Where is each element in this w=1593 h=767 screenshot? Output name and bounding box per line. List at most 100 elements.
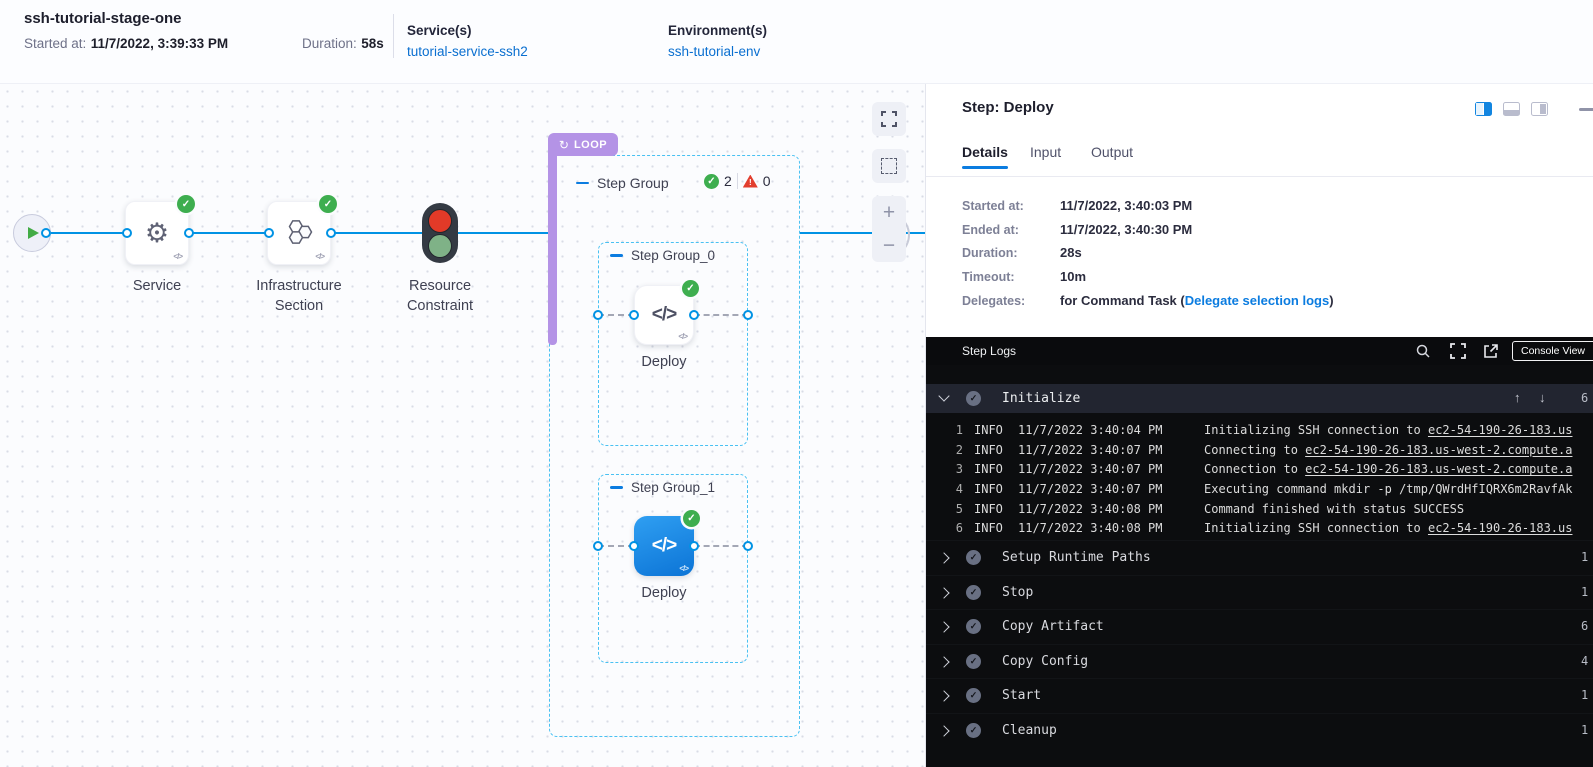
detail-label: Ended at: [962, 223, 1019, 237]
log-line-number: 1 [926, 423, 963, 437]
zoom-in-button[interactable]: + [883, 202, 895, 223]
layout-split-right-icon[interactable] [1475, 102, 1492, 116]
log-section-count: 6 [1581, 391, 1588, 405]
chevron-down-icon[interactable] [938, 390, 949, 401]
log-line: 5 INFO 11/7/2022 3:40:08 PM Command fini… [926, 499, 1593, 519]
step-group-0-label: Step Group_0 [631, 248, 715, 263]
chevron-right-icon[interactable] [938, 552, 949, 563]
canvas-select-button[interactable] [872, 149, 906, 183]
log-level: INFO [974, 443, 1014, 457]
scroll-bottom-icon[interactable]: ↓ [1539, 390, 1546, 405]
log-host-link[interactable]: ec2-54-190-26-183.us [1428, 423, 1573, 437]
connector-dot [689, 310, 699, 320]
scroll-top-icon[interactable]: ↑ [1514, 390, 1521, 405]
log-section-stop[interactable]: Stop 1 [926, 575, 1593, 610]
success-check-icon [682, 280, 699, 297]
collapse-minus-icon[interactable] [576, 182, 589, 185]
connector-dot [593, 310, 603, 320]
log-host-link[interactable]: ec2-54-190-26-183.us [1428, 521, 1573, 535]
search-icon[interactable] [1415, 343, 1431, 359]
tab-output[interactable]: Output [1091, 144, 1133, 160]
deploy-node-0[interactable]: </> </> [634, 285, 694, 345]
deploy-node-0-label: Deploy [604, 352, 724, 372]
success-check-icon [683, 510, 700, 527]
step-logs-bar: Step Logs Console View [926, 337, 1593, 365]
log-level: INFO [974, 423, 1014, 437]
chevron-right-icon[interactable] [938, 656, 949, 667]
layout-split-bottom-icon[interactable] [1503, 102, 1520, 116]
loop-badge[interactable]: ↻ LOOP [548, 133, 618, 156]
chevron-right-icon[interactable] [938, 621, 949, 632]
dashed-connector [694, 545, 748, 547]
connector-dot [629, 541, 639, 551]
delegates-pre: for Command Task ( [1060, 293, 1185, 308]
hexagons-icon [283, 217, 315, 249]
deploy-node-1-selected[interactable]: </> </> [634, 516, 694, 576]
open-in-new-icon[interactable] [1483, 343, 1499, 359]
collapse-minus-icon[interactable] [610, 254, 623, 257]
status-divider [737, 173, 738, 189]
step-group-1-label: Step Group_1 [631, 480, 715, 495]
log-section-start[interactable]: Start 1 [926, 678, 1593, 713]
tabs-divider [926, 176, 1593, 177]
success-check-icon [319, 195, 337, 213]
log-line: 1 INFO 11/7/2022 3:40:04 PM Initializing… [926, 420, 1593, 440]
log-section-copy-artifact[interactable]: Copy Artifact 6 [926, 609, 1593, 644]
success-count: 2 [724, 173, 732, 189]
log-line-number: 2 [926, 443, 963, 457]
status-check-icon [966, 723, 981, 738]
collapse-minus-icon[interactable] [610, 486, 623, 489]
loop-bar [548, 155, 557, 345]
chevron-right-icon[interactable] [938, 690, 949, 701]
connector-dot [593, 541, 603, 551]
connector-dot [122, 228, 132, 238]
log-section-copy-config[interactable]: Copy Config 4 [926, 644, 1593, 679]
environments-link[interactable]: ssh-tutorial-env [668, 44, 760, 59]
log-section-cleanup[interactable]: Cleanup 1 [926, 713, 1593, 748]
tab-input[interactable]: Input [1030, 144, 1061, 160]
step-group-1-header[interactable]: Step Group_1 [610, 480, 715, 495]
edge-infra-resource [331, 232, 423, 234]
log-timestamp: 11/7/2022 3:40:07 PM [1018, 443, 1204, 457]
status-check-icon [966, 550, 981, 565]
log-message: Executing command mkdir -p /tmp/QWrdHfIQ… [1204, 482, 1572, 496]
deploy-node-1-label: Deploy [604, 583, 724, 603]
code-mini-icon: </> [678, 332, 687, 341]
resource-constraint-node[interactable] [422, 203, 458, 263]
log-section-initialize[interactable]: Initialize ↑ ↓ 6 [926, 384, 1593, 413]
tab-details[interactable]: Details [962, 144, 1008, 160]
services-link[interactable]: tutorial-service-ssh2 [407, 44, 528, 59]
layout-split-panel-icon[interactable] [1531, 102, 1548, 116]
console-view-label: Console View [1521, 345, 1585, 357]
canvas-fullscreen-button[interactable] [872, 102, 906, 136]
minimize-panel-icon[interactable] [1579, 108, 1593, 111]
connector-dot [743, 541, 753, 551]
log-section-setup-runtime-paths[interactable]: Setup Runtime Paths 1 [926, 540, 1593, 575]
chevron-right-icon[interactable] [938, 587, 949, 598]
service-node[interactable]: ⚙ </> [125, 201, 189, 265]
zoom-out-button[interactable]: − [883, 235, 895, 256]
log-section-count: 1 [1581, 688, 1588, 702]
traffic-green-light [428, 234, 452, 258]
delegates-value: for Command Task (Delegate selection log… [1060, 293, 1334, 308]
expand-fullscreen-icon[interactable] [1450, 343, 1466, 359]
log-lines: 1 INFO 11/7/2022 3:40:04 PM Initializing… [926, 420, 1593, 538]
step-logs-section: Step Logs Console View [926, 337, 1593, 767]
console-view-toggle[interactable]: Console View [1512, 341, 1593, 361]
infrastructure-node[interactable]: </> [267, 201, 331, 265]
log-message: Connection to [1204, 462, 1305, 476]
fullscreen-icon [881, 111, 897, 127]
panel-title: Step: Deploy [962, 99, 1054, 116]
step-group-0-header[interactable]: Step Group_0 [610, 248, 715, 263]
log-host-link[interactable]: ec2-54-190-26-183.us-west-2.compute.a [1305, 462, 1572, 476]
pipeline-canvas[interactable]: ⚙ </> Service </> Infrastructure Section… [0, 84, 925, 767]
log-host-link[interactable]: ec2-54-190-26-183.us-west-2.compute.a [1305, 443, 1572, 457]
detail-label: Delegates: [962, 294, 1025, 308]
edge-resource-group [457, 232, 552, 234]
step-group-header[interactable]: Step Group [576, 175, 669, 191]
chevron-right-icon[interactable] [938, 725, 949, 736]
log-timestamp: 11/7/2022 3:40:08 PM [1018, 521, 1204, 535]
delegate-selection-logs-link[interactable]: Delegate selection logs [1185, 293, 1330, 308]
log-timestamp: 11/7/2022 3:40:04 PM [1018, 423, 1204, 437]
connector-dot [264, 228, 274, 238]
